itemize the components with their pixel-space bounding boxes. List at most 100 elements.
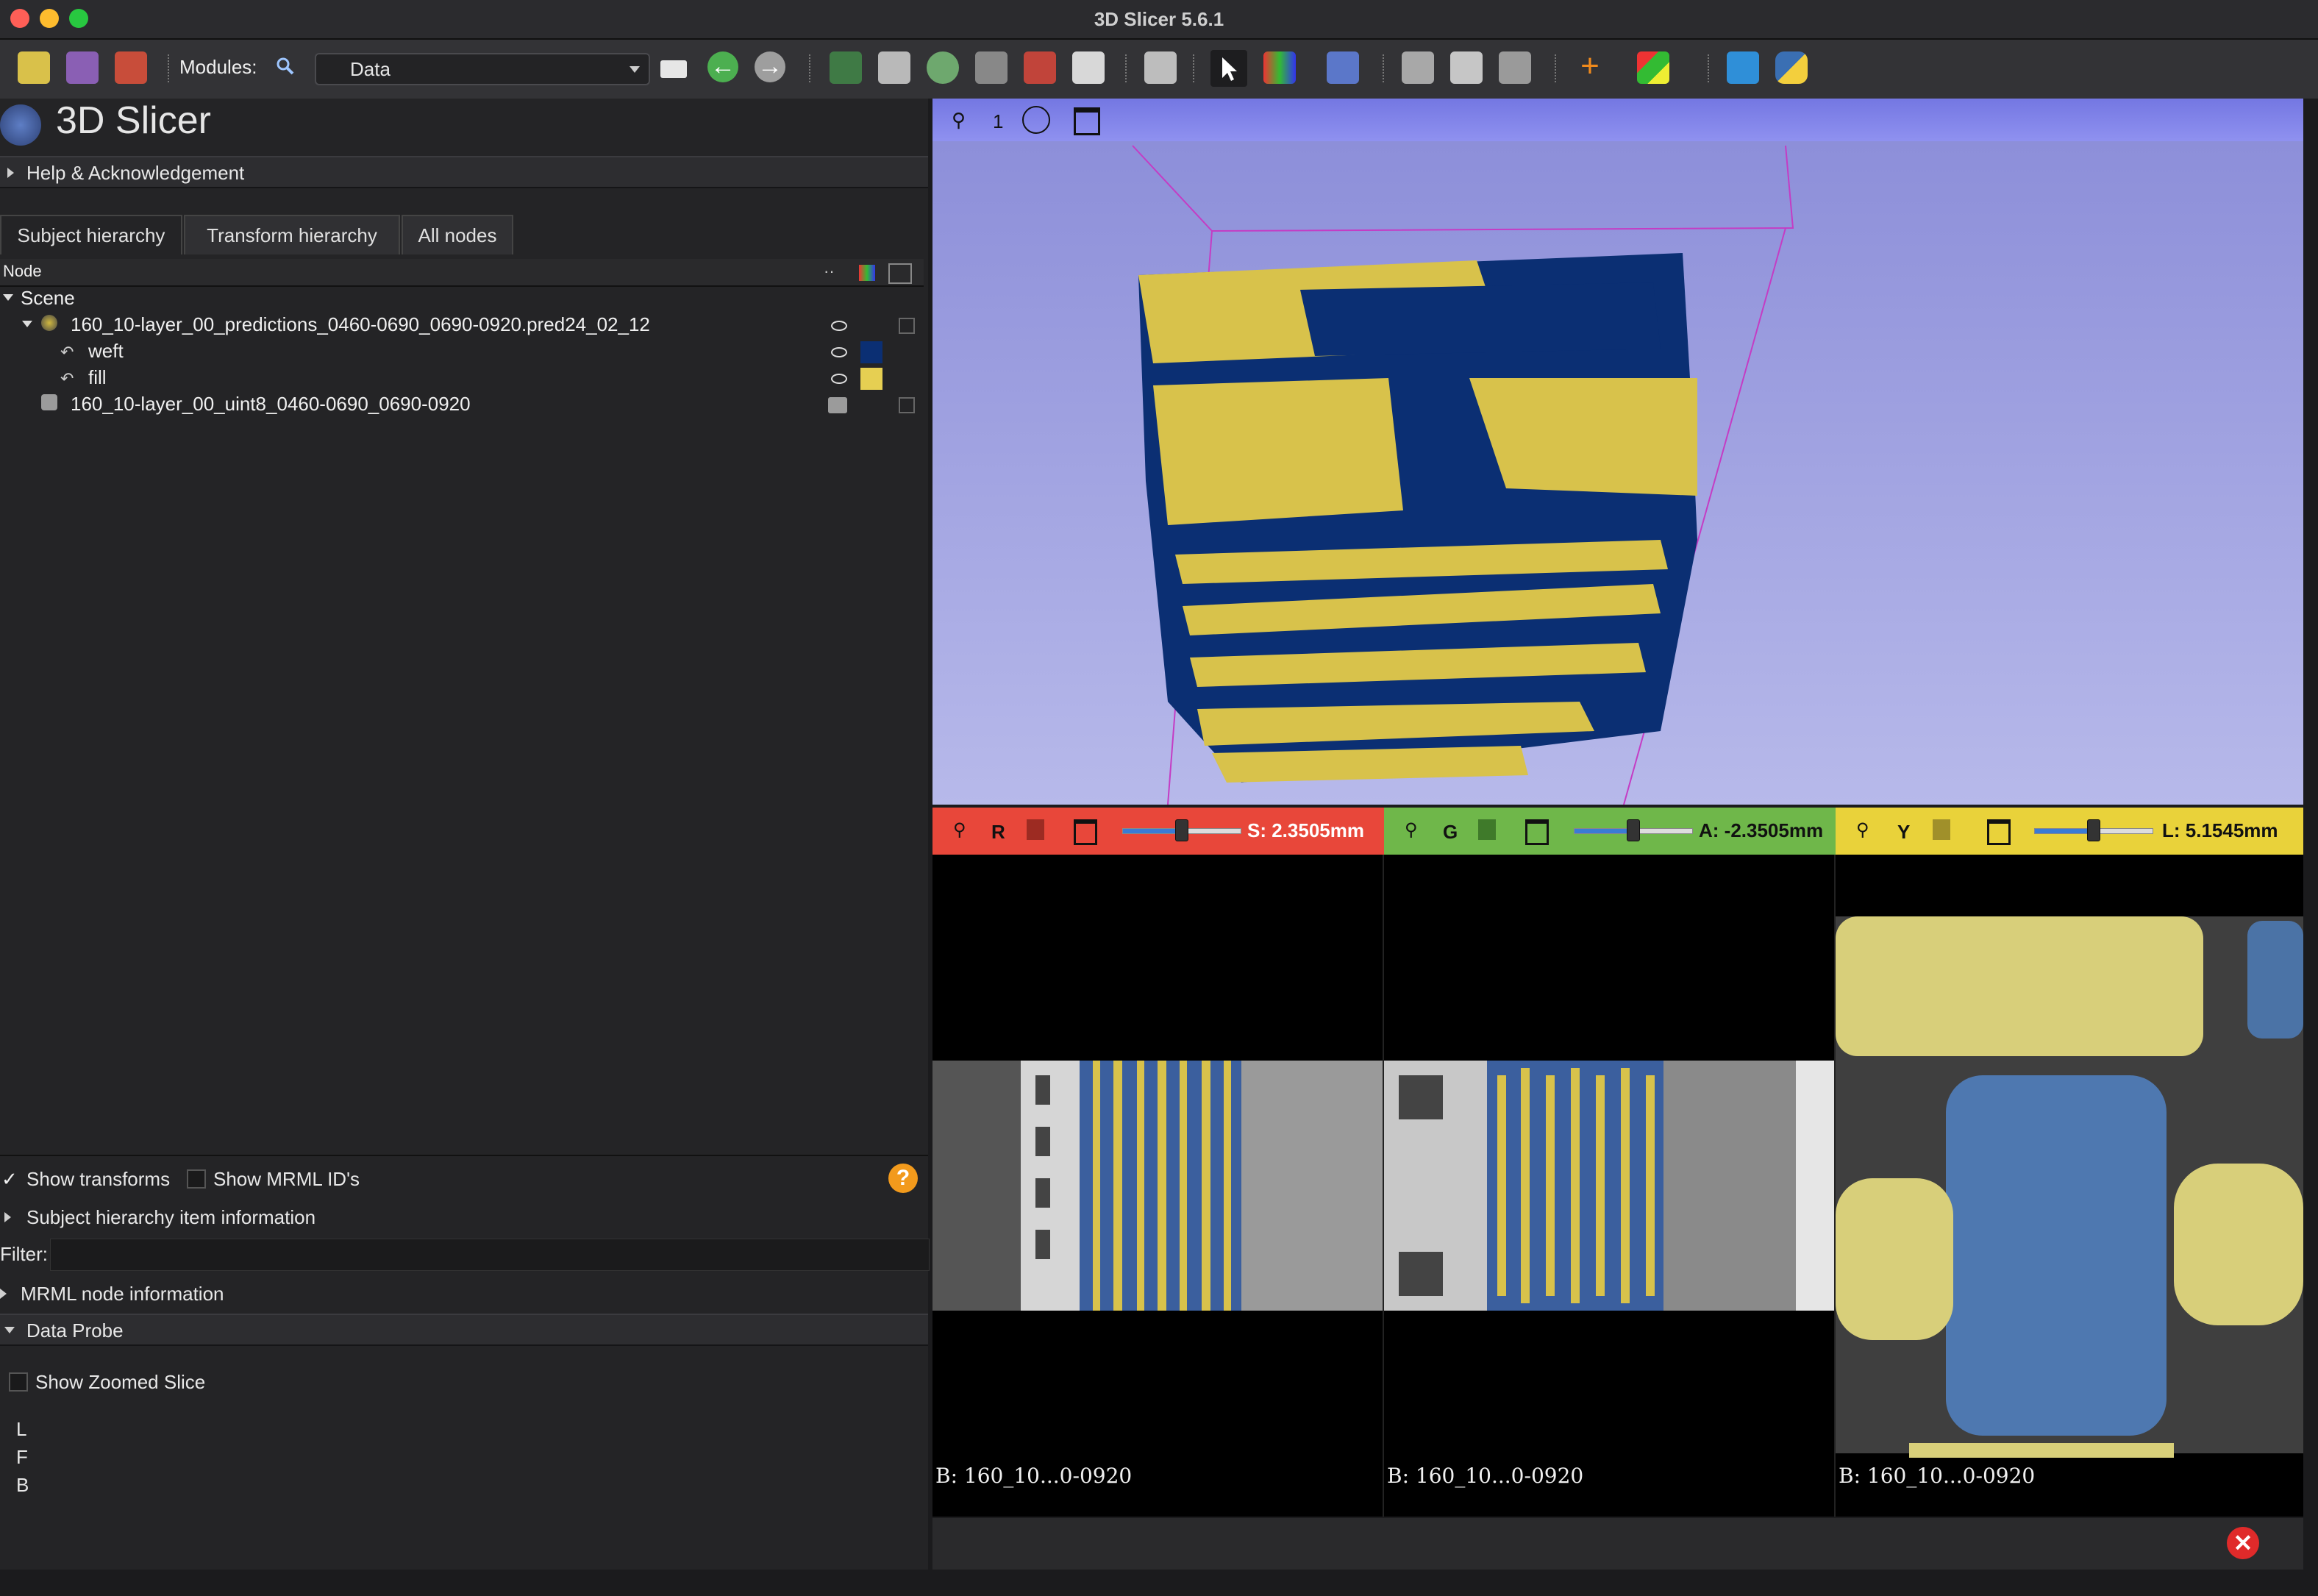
volume-render-icon[interactable]	[828, 397, 847, 413]
filter-input[interactable]	[50, 1239, 930, 1271]
record-icon[interactable]	[1499, 51, 1531, 84]
tree-item-volume[interactable]: 160_10-layer_00_uint8_0460-0690_0690-092…	[71, 393, 471, 416]
camera-icon[interactable]	[1402, 51, 1434, 84]
pin-icon[interactable]: ⚲	[952, 109, 966, 132]
models-icon[interactable]	[927, 51, 959, 84]
visibility-column-icon[interactable]: ··	[824, 262, 843, 281]
3d-view[interactable]	[932, 99, 2303, 805]
fill-color-swatch[interactable]	[860, 368, 882, 390]
collapse-icon	[4, 1327, 15, 1333]
collapse-icon[interactable]	[22, 321, 32, 327]
view-color-icon[interactable]	[1637, 51, 1669, 84]
pin-icon[interactable]: ⚲	[1856, 819, 1869, 841]
maximize-view-icon[interactable]	[1074, 107, 1100, 135]
green-slice-view[interactable]: B: 160_10...0-0920	[1384, 855, 1834, 1517]
show-zoomed-slice-label: Show Zoomed Slice	[35, 1371, 206, 1393]
green-slice-info: B: 160_10...0-0920	[1387, 1464, 1584, 1488]
pointer-icon[interactable]	[1210, 50, 1247, 87]
status-bar	[932, 1518, 2303, 1570]
slicer-logo-icon	[0, 104, 41, 146]
window-level-icon[interactable]	[1263, 51, 1296, 84]
tab-transform-hierarchy[interactable]: Transform hierarchy	[184, 215, 400, 254]
tab-subject-hierarchy[interactable]: Subject hierarchy	[0, 215, 182, 254]
back-arrow-icon[interactable]: ←	[707, 51, 738, 82]
data-icon[interactable]	[18, 51, 50, 84]
extension-manager-icon[interactable]	[1727, 51, 1759, 84]
tree-item-fill[interactable]: fill	[88, 366, 107, 389]
dcm-icon[interactable]	[66, 51, 99, 84]
help-icon[interactable]: ?	[888, 1164, 918, 1193]
tree-header	[0, 259, 924, 287]
eye-icon[interactable]	[831, 347, 847, 357]
tab-all-nodes[interactable]: All nodes	[402, 215, 513, 254]
tree-item-segmentation[interactable]: 160_10-layer_00_predictions_0460-0690_06…	[71, 313, 650, 336]
error-log-icon[interactable]: ✕	[2227, 1527, 2259, 1559]
weft-color-swatch[interactable]	[860, 341, 882, 363]
slice-link-icon[interactable]	[1027, 819, 1044, 840]
red-slice-view[interactable]: B: 160_10...0-0920	[932, 855, 1383, 1517]
yellow-slice-view[interactable]: B: 160_10...0-0920	[1836, 855, 2303, 1517]
3d-view-label: 1	[993, 110, 1004, 132]
app-title: 3D Slicer	[56, 99, 211, 142]
tree-item-weft[interactable]: weft	[88, 340, 124, 363]
filter-label: Filter:	[0, 1243, 48, 1265]
maximize-view-icon[interactable]	[1074, 819, 1097, 845]
forward-arrow-icon[interactable]: →	[755, 51, 785, 82]
crosshair-icon[interactable]: +	[1574, 50, 1606, 84]
sequence-icon[interactable]	[1327, 51, 1359, 84]
capture-icon[interactable]	[1450, 51, 1483, 84]
markups-icon[interactable]	[975, 51, 1008, 84]
pen-icon[interactable]	[1072, 51, 1105, 84]
slice-link-icon[interactable]	[1933, 819, 1950, 840]
center-view-icon[interactable]	[1022, 106, 1050, 134]
mrml-info-section-header[interactable]: MRML node information	[0, 1278, 928, 1308]
transform-column-icon[interactable]	[888, 263, 912, 284]
screen-capture-icon[interactable]	[1144, 51, 1177, 84]
search-icon[interactable]	[275, 56, 294, 75]
eye-icon[interactable]	[831, 321, 847, 331]
segmentation-icon	[41, 315, 57, 331]
probe-row-l: L	[16, 1418, 27, 1440]
save-icon[interactable]	[115, 51, 147, 84]
maximize-view-icon[interactable]	[1987, 819, 2011, 845]
eye-icon[interactable]	[831, 374, 847, 384]
subject-info-label: Subject hierarchy item information	[26, 1206, 316, 1228]
toolbar-separator	[809, 54, 813, 82]
data-probe-label: Data Probe	[26, 1319, 124, 1342]
help-section-header[interactable]: Help & Acknowledgement	[0, 156, 928, 188]
modules-label: Modules:	[179, 56, 257, 78]
toolbar-separator	[1193, 54, 1197, 82]
color-column-icon[interactable]	[859, 265, 875, 281]
pin-icon[interactable]: ⚲	[953, 819, 966, 841]
transform-icon[interactable]	[899, 397, 915, 413]
data-probe-section-header[interactable]: Data Probe	[0, 1314, 928, 1346]
red-slice-letter: R	[991, 821, 1005, 843]
toolbar-separator	[1708, 54, 1712, 82]
transform-icon[interactable]	[899, 318, 915, 334]
maximize-view-icon[interactable]	[1525, 819, 1549, 845]
volume-icon[interactable]	[878, 51, 910, 84]
python-icon[interactable]	[1775, 51, 1808, 84]
show-transforms-checkbox[interactable]: ✓	[1, 1168, 18, 1191]
show-transforms-label: Show transforms	[26, 1168, 171, 1190]
pin-icon[interactable]: ⚲	[1405, 819, 1418, 841]
layout-icon[interactable]	[660, 60, 687, 78]
module-selector[interactable]: Data	[315, 53, 650, 85]
green-slice-letter: G	[1443, 821, 1458, 843]
expand-icon	[7, 168, 14, 178]
segment-editor-icon[interactable]	[830, 51, 862, 84]
collapse-icon[interactable]	[3, 294, 13, 301]
show-mrml-ids-checkbox[interactable]	[187, 1169, 206, 1189]
red-slice-slider-handle[interactable]	[1175, 819, 1188, 841]
subject-info-section-header[interactable]: Subject hierarchy item information	[0, 1202, 928, 1231]
extensions-icon[interactable]	[1024, 51, 1056, 84]
chevron-down-icon	[630, 66, 640, 73]
show-zoomed-slice-checkbox[interactable]	[9, 1372, 28, 1392]
green-slice-slider-handle[interactable]	[1627, 819, 1640, 841]
help-section-label: Help & Acknowledgement	[26, 162, 245, 184]
tree-item-scene[interactable]: Scene	[21, 287, 75, 310]
tree-column-node[interactable]: Node	[3, 262, 42, 281]
divider	[0, 1155, 928, 1156]
slice-link-icon[interactable]	[1478, 819, 1496, 840]
yellow-slice-slider-handle[interactable]	[2087, 819, 2100, 841]
